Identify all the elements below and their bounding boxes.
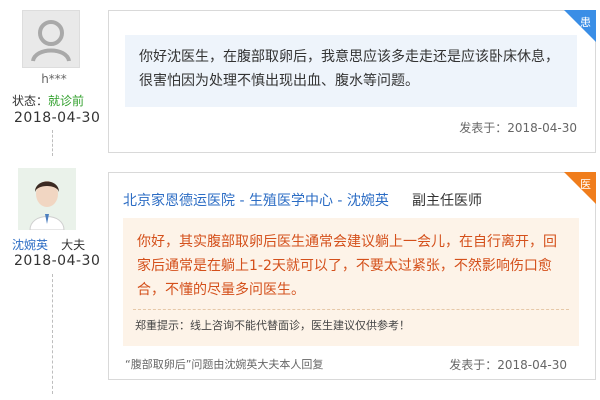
posted-date: 2018-04-30 — [507, 121, 577, 135]
hospital-link[interactable]: 北京家恩德运医院 — [123, 193, 235, 209]
patient-date: 2018-04-30 — [14, 110, 101, 126]
doctor-photo-icon — [18, 168, 76, 230]
answer-header: 北京家恩德运医院 - 生殖医学中心 - 沈婉英 副主任医师 — [123, 190, 482, 210]
status-value: 就诊前 — [48, 94, 85, 108]
status-label: 状态： — [12, 94, 49, 108]
patient-username: h*** — [41, 72, 67, 86]
disclaimer-note: 郑重提示：线上咨询不能代替面诊，医生建议仅供参考！ — [135, 319, 410, 332]
answer-card: 医 北京家恩德运医院 - 生殖医学中心 - 沈婉英 副主任医师 你好，其实腹部取… — [108, 172, 596, 380]
posted-label: 发表于： — [459, 121, 508, 135]
user-silhouette-icon — [31, 20, 71, 62]
doctor-label: 沈婉英 大夫 — [12, 234, 85, 253]
posted-label: 发表于： — [449, 358, 498, 372]
note-divider — [133, 309, 569, 310]
doctor-suffix: 大夫 — [61, 238, 86, 252]
doctor-ribbon-label: 医 — [580, 178, 591, 191]
patient-avatar — [22, 10, 80, 68]
doctor-date: 2018-04-30 — [14, 253, 101, 269]
answer-text: 你好，其实腹部取卵后医生通常会建议躺上一会儿，在自行离开，回家后通常是在躺上1-… — [137, 234, 557, 298]
question-posted: 发表于：2018-04-30 — [459, 119, 577, 136]
patient-status: 状态：就诊前 — [12, 92, 84, 109]
question-text: 你好沈医生，在腹部取卵后，我意思应该多走走还是应该卧床休息，很害怕因为处理不慎出… — [139, 49, 559, 89]
timeline-connector — [52, 130, 53, 156]
header-separator: - — [332, 193, 347, 209]
doctor-avatar — [18, 168, 76, 230]
doctor-name-link[interactable]: 沈婉英 — [347, 193, 389, 209]
header-separator: - — [235, 193, 249, 209]
question-bubble: 你好沈医生，在腹部取卵后，我意思应该多走走还是应该卧床休息，很害怕因为处理不慎出… — [125, 35, 577, 107]
answer-posted: 发表于：2018-04-30 — [449, 356, 567, 373]
posted-date: 2018-04-30 — [497, 358, 567, 372]
patient-ribbon-label: 患 — [580, 16, 591, 29]
question-card: 患 你好沈医生，在腹部取卵后，我意思应该多走走还是应该卧床休息，很害怕因为处理不… — [108, 10, 596, 153]
answer-bubble: 你好，其实腹部取卵后医生通常会建议躺上一会儿，在自行离开，回家后通常是在躺上1-… — [123, 218, 579, 346]
timeline-connector — [52, 274, 53, 394]
doctor-name-link[interactable]: 沈婉英 — [12, 238, 48, 252]
department-link[interactable]: 生殖医学中心 — [249, 193, 333, 209]
reply-footer: “腹部取卵后”问题由沈婉英大夫本人回复 — [125, 358, 324, 371]
doctor-title: 副主任医师 — [412, 193, 482, 209]
